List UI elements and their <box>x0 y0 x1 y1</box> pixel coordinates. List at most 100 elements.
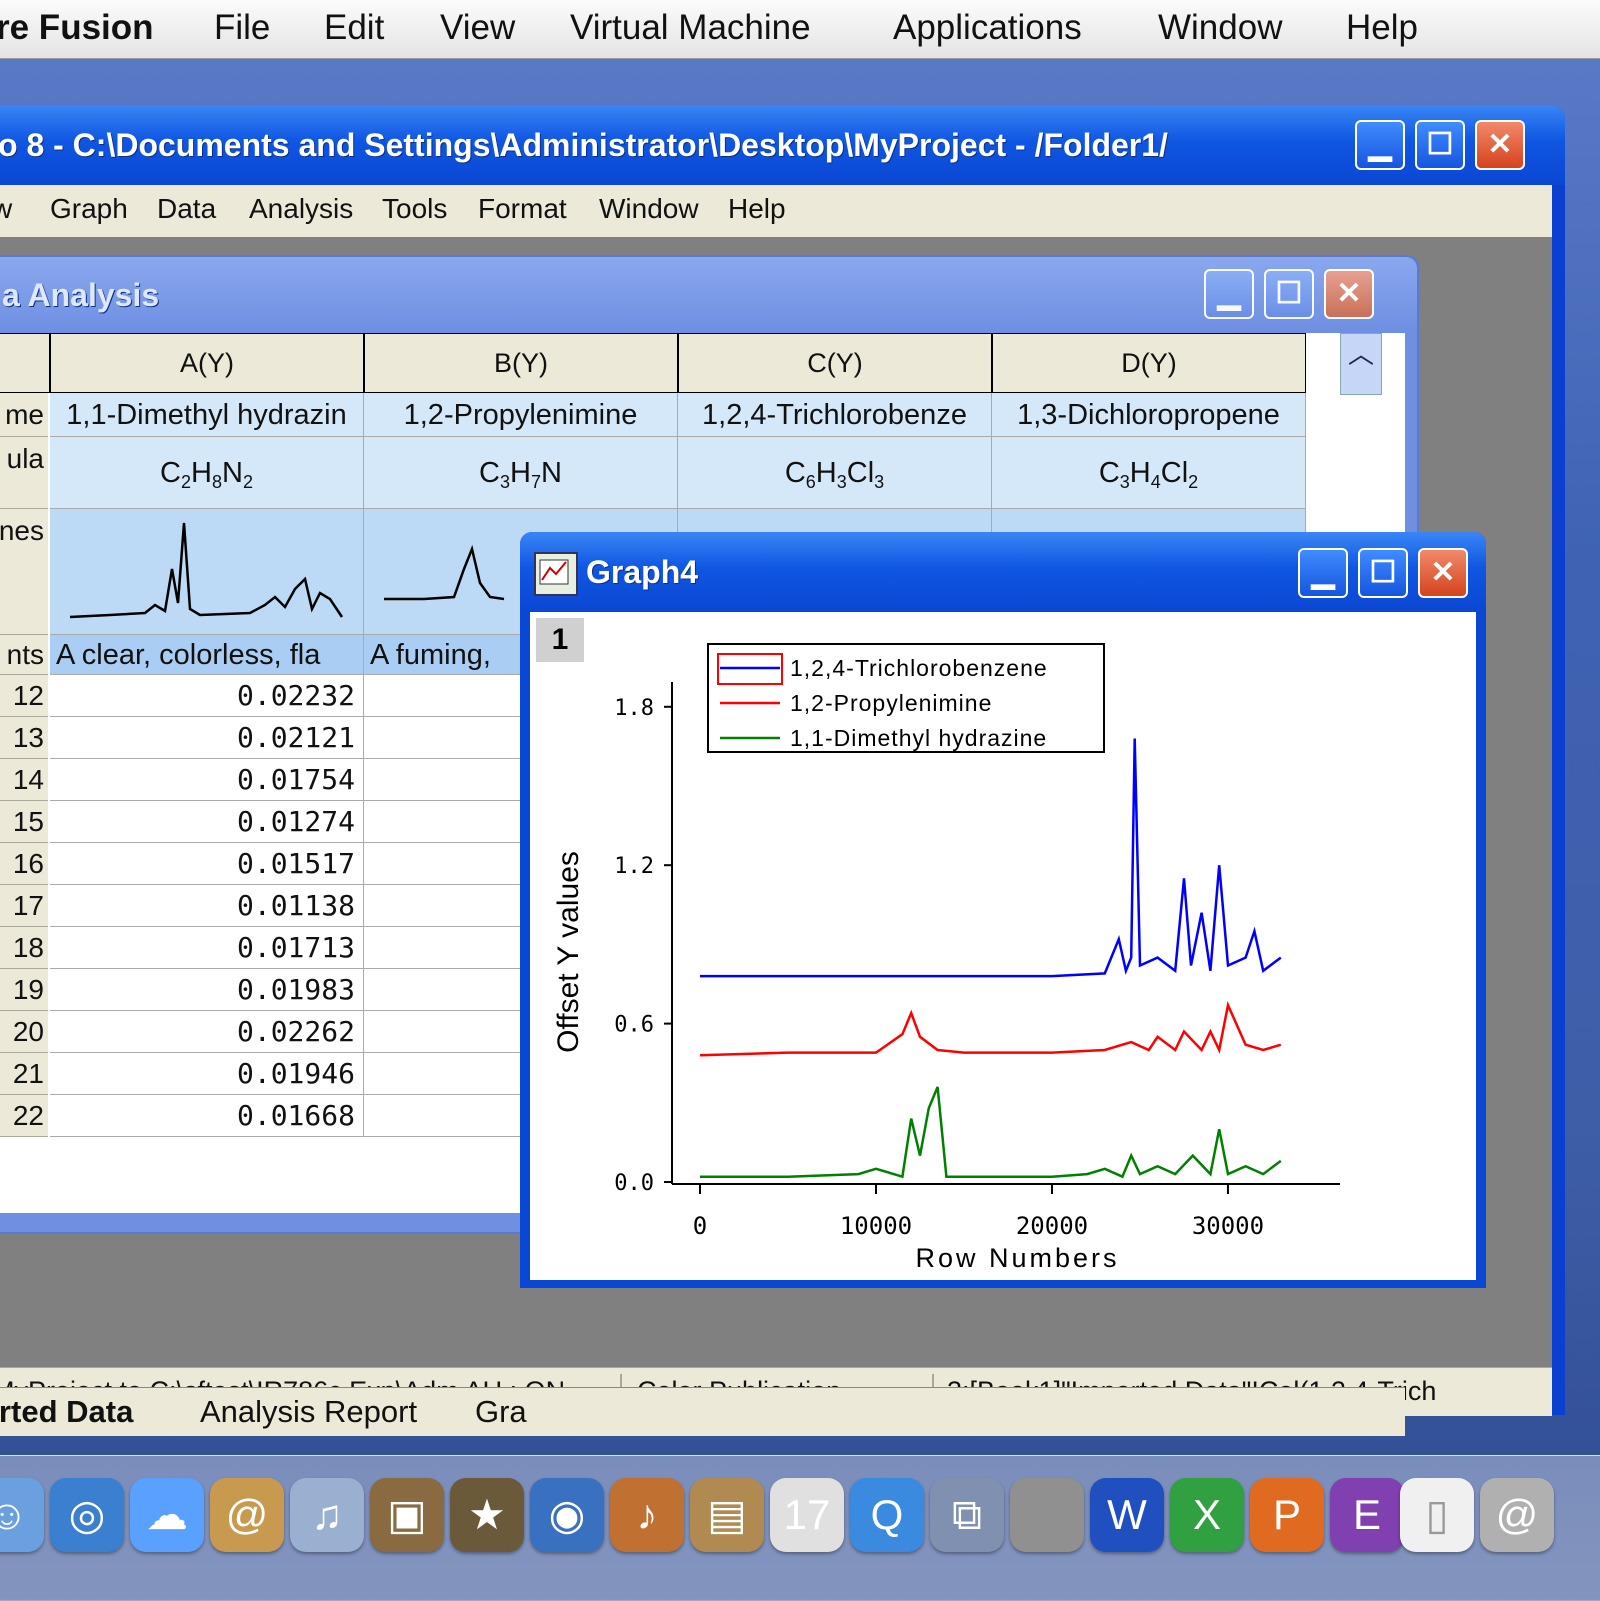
app-menu[interactable]: re Fusion <box>0 8 154 48</box>
sparkline-a[interactable] <box>50 509 364 635</box>
minimize-button[interactable]: ▁ <box>1355 120 1405 170</box>
menu-edit[interactable]: Edit <box>324 8 384 48</box>
cell-a[interactable]: 0.01668 <box>50 1095 364 1137</box>
menu-help-origin[interactable]: Help <box>728 193 786 225</box>
menu-tools[interactable]: Tools <box>382 193 447 225</box>
menu-virtual-machine[interactable]: Virtual Machine <box>570 8 811 48</box>
address-book-icon[interactable]: @ <box>210 1478 284 1552</box>
menu-applications[interactable]: Applications <box>893 8 1082 48</box>
finder-icon[interactable]: ☺ <box>0 1478 44 1552</box>
excel-icon[interactable]: X <box>1170 1478 1244 1552</box>
menu-format[interactable]: Format <box>478 193 567 225</box>
column-header-d[interactable]: D(Y) <box>992 333 1306 393</box>
garageband-icon[interactable]: ♪ <box>610 1478 684 1552</box>
series-line-1 <box>699 1000 1282 1057</box>
cell-a[interactable]: 0.02232 <box>50 675 364 717</box>
scroll-up-button[interactable]: ︿ <box>1340 333 1382 395</box>
mail-icon[interactable]: @ <box>1480 1478 1554 1552</box>
cell-a[interactable]: 0.01138 <box>50 885 364 927</box>
quicktime-icon[interactable]: Q <box>850 1478 924 1552</box>
safari-icon[interactable]: ◎ <box>50 1478 124 1552</box>
column-header-c[interactable]: C(Y) <box>678 333 992 393</box>
cell-a[interactable]: 0.01946 <box>50 1053 364 1095</box>
maximize-button[interactable]: ☐ <box>1415 120 1465 170</box>
vmware-icon[interactable]: ⧉ <box>930 1478 1004 1552</box>
menu-help[interactable]: Help <box>1346 8 1418 48</box>
graph-close-button[interactable]: ✕ <box>1418 548 1468 598</box>
preview-icon[interactable]: ▤ <box>690 1478 764 1552</box>
minimize-icon: ▁ <box>1368 128 1392 161</box>
cell-a[interactable]: 0.02121 <box>50 717 364 759</box>
formula-d[interactable]: C3H4Cl2 <box>992 437 1306 509</box>
column-header-b[interactable]: B(Y) <box>364 333 678 393</box>
cell-a[interactable]: 0.02262 <box>50 1011 364 1053</box>
row-number[interactable]: 19 <box>0 969 48 1011</box>
row-number[interactable]: 22 <box>0 1095 48 1137</box>
formula-b[interactable]: C3H7N <box>364 437 678 509</box>
ical-icon[interactable]: 17 <box>770 1478 844 1552</box>
word-icon[interactable]: W <box>1090 1478 1164 1552</box>
menu-view[interactable]: View <box>440 8 515 48</box>
row-label-sparklines[interactable]: nes <box>0 509 48 635</box>
formula-a[interactable]: C2H8N2 <box>50 437 364 509</box>
tab-graphs[interactable]: Gra <box>475 1394 527 1430</box>
row-number[interactable]: 15 <box>0 801 48 843</box>
idvd-icon[interactable]: ◉ <box>530 1478 604 1552</box>
graph-maximize-button[interactable]: ☐ <box>1358 548 1408 598</box>
cell-a[interactable]: 0.01754 <box>50 759 364 801</box>
workbook-title-bar[interactable]: a Analysis ▁ ☐ ✕ <box>0 257 1417 333</box>
formula-element: C <box>784 457 806 489</box>
row-number[interactable]: 13 <box>0 717 48 759</box>
tab-imported-data[interactable]: orted Data <box>0 1394 133 1430</box>
row-label-comments[interactable]: nts <box>0 635 48 675</box>
cell-a[interactable]: 0.01517 <box>50 843 364 885</box>
comment-a[interactable]: A clear, colorless, fla <box>50 635 364 675</box>
corner-cell[interactable] <box>0 333 50 393</box>
imovie-icon[interactable]: ★ <box>450 1478 524 1552</box>
column-header-a[interactable]: A(Y) <box>50 333 364 393</box>
row-number[interactable]: 21 <box>0 1053 48 1095</box>
close-button[interactable]: ✕ <box>1475 120 1525 170</box>
formula-c[interactable]: C6H3Cl3 <box>678 437 992 509</box>
document-icon[interactable]: ▯ <box>1400 1478 1474 1552</box>
menu-view-partial[interactable]: w <box>0 193 12 225</box>
menu-graph[interactable]: Graph <box>50 193 128 225</box>
iphoto-icon[interactable]: ▣ <box>370 1478 444 1552</box>
formula-element: C <box>1098 457 1120 489</box>
graph-title-bar[interactable]: Graph4 ▁ ☐ ✕ <box>520 532 1486 612</box>
row-label-formula[interactable]: ula <box>0 437 48 509</box>
menu-file[interactable]: File <box>214 8 270 48</box>
cell-a[interactable]: 0.01983 <box>50 969 364 1011</box>
long-name-d[interactable]: 1,3-Dichloropropene <box>992 393 1306 437</box>
long-name-c[interactable]: 1,2,4-Trichlorobenze <box>678 393 992 437</box>
row-number[interactable]: 20 <box>0 1011 48 1053</box>
itunes-icon[interactable]: ♫ <box>290 1478 364 1552</box>
powerpoint-icon[interactable]: P <box>1250 1478 1324 1552</box>
row-number[interactable]: 14 <box>0 759 48 801</box>
ichat-icon[interactable]: ☁ <box>130 1478 204 1552</box>
row-number[interactable]: 12 <box>0 675 48 717</box>
graph-minimize-button[interactable]: ▁ <box>1298 548 1348 598</box>
menu-window[interactable]: Window <box>1158 8 1282 48</box>
workbook-maximize-button[interactable]: ☐ <box>1264 269 1314 319</box>
row-number[interactable]: 18 <box>0 927 48 969</box>
menu-analysis[interactable]: Analysis <box>249 193 353 225</box>
origin-title-bar[interactable]: o 8 - C:\Documents and Settings\Administ… <box>0 105 1565 185</box>
system-prefs-icon[interactable] <box>1010 1478 1084 1552</box>
menu-window-origin[interactable]: Window <box>599 193 699 225</box>
x-tick-label: 30000 <box>1192 1212 1264 1240</box>
workbook-close-button[interactable]: ✕ <box>1324 269 1374 319</box>
row-number[interactable]: 16 <box>0 843 48 885</box>
workbook-minimize-button[interactable]: ▁ <box>1204 269 1254 319</box>
row-number[interactable]: 17 <box>0 885 48 927</box>
graph-page[interactable]: 1 0 10000 20000 30000 0.0 0.6 1.2 1.8 Row Number… <box>530 612 1476 1280</box>
long-name-a[interactable]: 1,1-Dimethyl hydrazin <box>50 393 364 437</box>
tab-analysis-report[interactable]: Analysis Report <box>200 1394 417 1430</box>
cell-a[interactable]: 0.01274 <box>50 801 364 843</box>
cell-a[interactable]: 0.01713 <box>50 927 364 969</box>
legend-label: 1,2,4-Trichlorobenzene <box>790 655 1048 681</box>
menu-data[interactable]: Data <box>157 193 216 225</box>
row-label-long-name[interactable]: me <box>0 393 48 437</box>
long-name-b[interactable]: 1,2-Propylenimine <box>364 393 678 437</box>
entourage-icon[interactable]: E <box>1330 1478 1404 1552</box>
